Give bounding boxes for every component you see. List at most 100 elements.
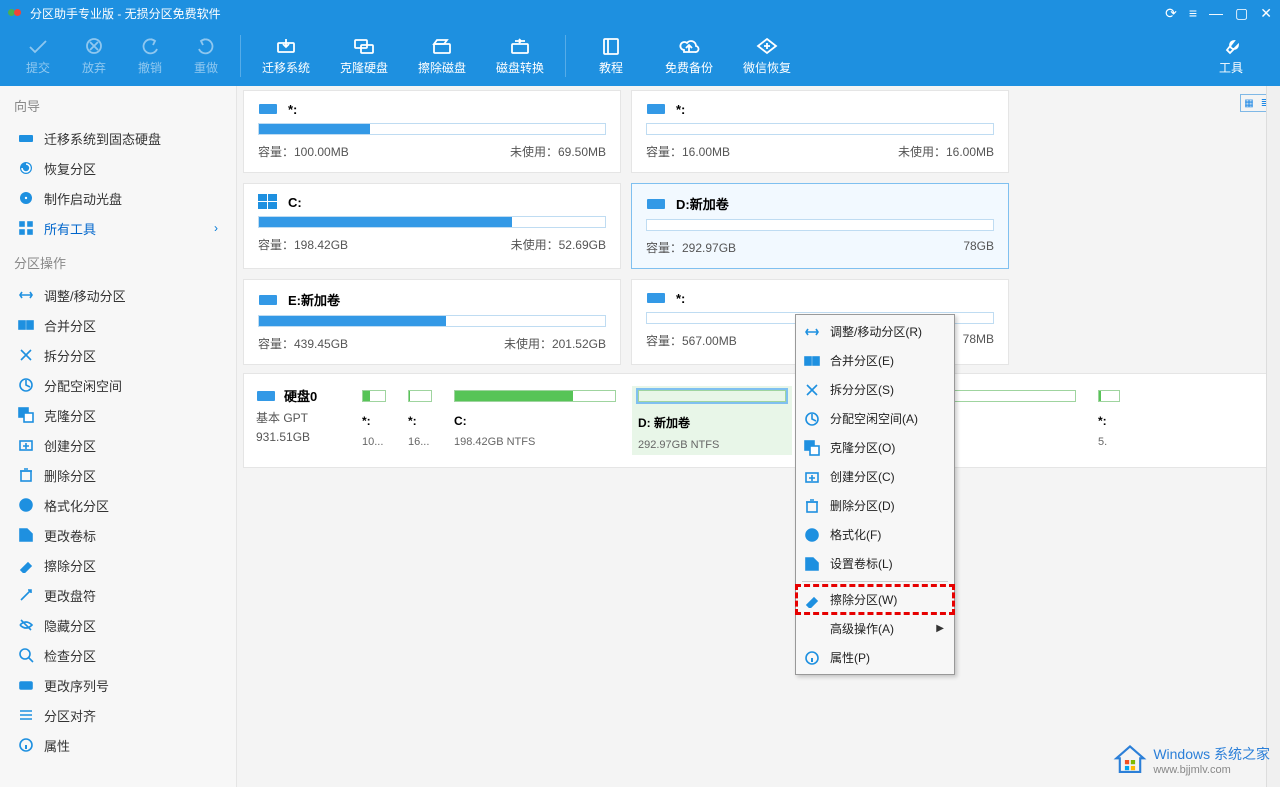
sidebar-item-label: 拆分分区: [44, 346, 96, 365]
context-item-create[interactable]: 创建分区(C): [796, 462, 954, 491]
toolbar-x[interactable]: 放弃: [66, 28, 122, 84]
sidebar-item-resize[interactable]: 调整/移动分区: [0, 280, 236, 310]
house-icon: [1113, 743, 1147, 777]
undo-icon: [138, 36, 162, 56]
disk-segment[interactable]: *:16...: [402, 386, 438, 455]
context-item-props[interactable]: 属性(P): [796, 643, 954, 672]
sidebar-item-align[interactable]: 分区对齐: [0, 700, 236, 730]
sidebar-item-format[interactable]: 格式化分区: [0, 490, 236, 520]
context-item-delete[interactable]: 删除分区(D): [796, 491, 954, 520]
sidebar-item-label: 克隆分区: [44, 406, 96, 425]
sidebar-item-merge[interactable]: 合并分区: [0, 310, 236, 340]
label-icon: [18, 527, 34, 543]
capacity-label: 容量：567.00MB: [646, 332, 737, 349]
disk-segment[interactable]: C:198.42GB NTFS: [448, 386, 622, 455]
sidebar-item-all[interactable]: 所有工具›: [0, 213, 236, 243]
sidebar-item-label: 属性: [44, 736, 70, 755]
close-icon[interactable]: ✕: [1260, 5, 1272, 22]
sidebar: 向导迁移系统到固态硬盘恢复分区制作启动光盘所有工具›分区操作调整/移动分区合并分…: [0, 86, 237, 787]
context-label: 格式化(F): [830, 526, 881, 543]
toolbar-wechat[interactable]: 微信恢复: [728, 28, 806, 84]
sidebar-item-create[interactable]: 创建分区: [0, 430, 236, 460]
free-label: 未使用：52.69GB: [511, 236, 606, 253]
partition-card[interactable]: E:新加卷容量：439.45GB未使用：201.52GB: [243, 279, 621, 365]
context-item-merge[interactable]: 合并分区(E): [796, 346, 954, 375]
toolbar-label: 克隆硬盘: [340, 59, 388, 76]
scrollbar[interactable]: [1266, 86, 1280, 787]
merge-icon: [18, 317, 34, 333]
usage-bar: [646, 219, 994, 231]
toolbar-label: 工具: [1219, 59, 1243, 76]
partition-card[interactable]: *:容量：16.00MB未使用：16.00MB: [631, 90, 1009, 173]
toolbar-cloud[interactable]: 免费备份: [650, 28, 728, 84]
context-label: 调整/移动分区(R): [830, 323, 922, 340]
chevron-right-icon: ›: [214, 221, 218, 235]
disk-segment[interactable]: *: 5.: [1092, 386, 1126, 455]
free-label: 78GB: [963, 239, 994, 256]
sidebar-item-label[interactable]: 更改卷标: [0, 520, 236, 550]
blank-icon: [804, 621, 820, 637]
disk-segment[interactable]: D: 新加卷292.97GB NTFS: [632, 386, 792, 455]
sidebar-section-header: 向导: [0, 86, 236, 123]
serial-icon: [18, 677, 34, 693]
context-item-split[interactable]: 拆分分区(S): [796, 375, 954, 404]
toolbar-wrench[interactable]: 工具: [1192, 28, 1270, 84]
sidebar-item-delete[interactable]: 删除分区: [0, 460, 236, 490]
sidebar-item-clone[interactable]: 克隆分区: [0, 400, 236, 430]
toolbar-drive-copy[interactable]: 克隆硬盘: [325, 28, 403, 84]
sidebar-item-check[interactable]: 检查分区: [0, 640, 236, 670]
context-item-clone[interactable]: 克隆分区(O): [796, 433, 954, 462]
sidebar-item-label: 分区对齐: [44, 706, 96, 725]
cloud-icon: [677, 36, 701, 56]
sidebar-item-letter[interactable]: 更改盘符: [0, 580, 236, 610]
sidebar-item-drive[interactable]: 迁移系统到固态硬盘: [0, 123, 236, 153]
partition-card[interactable]: *:容量：100.00MB未使用：69.50MB: [243, 90, 621, 173]
sidebar-item-props[interactable]: 属性: [0, 730, 236, 760]
toolbar-drive-arrow[interactable]: 迁移系统: [247, 28, 325, 84]
wechat-icon: [755, 36, 779, 56]
context-label: 设置卷标(L): [830, 555, 893, 572]
toolbar-drive-erase[interactable]: 擦除磁盘: [403, 28, 481, 84]
create-icon: [804, 469, 820, 485]
segment-sub: 5.: [1098, 436, 1120, 448]
context-item-advanced[interactable]: 高级操作(A)▶: [796, 614, 954, 643]
watermark-line2: www.bjjmlv.com: [1153, 764, 1270, 776]
sidebar-item-recover[interactable]: 恢复分区: [0, 153, 236, 183]
sidebar-item-split[interactable]: 拆分分区: [0, 340, 236, 370]
segment-sub: 16...: [408, 436, 432, 448]
redo-icon: [194, 36, 218, 56]
refresh-icon[interactable]: ⟳: [1165, 5, 1177, 22]
clone-icon: [18, 407, 34, 423]
disk-segment[interactable]: *:10...: [356, 386, 392, 455]
toolbar-book[interactable]: 教程: [572, 28, 650, 84]
resize-icon: [18, 287, 34, 303]
toolbar-drive-convert[interactable]: 磁盘转换: [481, 28, 559, 84]
context-item-resize[interactable]: 调整/移动分区(R): [796, 317, 954, 346]
toolbar-undo[interactable]: 撤销: [122, 28, 178, 84]
toolbar-check[interactable]: 提交: [10, 28, 66, 84]
context-item-label[interactable]: 设置卷标(L): [796, 549, 954, 578]
allocate-icon: [804, 411, 820, 427]
context-item-wipe[interactable]: 擦除分区(W): [796, 585, 954, 614]
maximize-icon[interactable]: ▢: [1235, 5, 1248, 22]
context-item-format[interactable]: 格式化(F): [796, 520, 954, 549]
sidebar-item-serial[interactable]: 更改序列号: [0, 670, 236, 700]
disk-type: 基本 GPT: [256, 409, 346, 426]
segment-label: *:: [1098, 414, 1120, 428]
partition-name: D:新加卷: [676, 194, 729, 213]
toolbar-redo[interactable]: 重做: [178, 28, 234, 84]
sidebar-item-allocate[interactable]: 分配空闲空间: [0, 370, 236, 400]
app-logo-icon: [8, 5, 24, 21]
context-item-allocate[interactable]: 分配空闲空间(A): [796, 404, 954, 433]
menu-icon[interactable]: ≡: [1189, 5, 1197, 21]
sidebar-item-wipe[interactable]: 擦除分区: [0, 550, 236, 580]
partition-card[interactable]: C:容量：198.42GB未使用：52.69GB: [243, 183, 621, 269]
toolbar-label: 重做: [194, 59, 218, 76]
wrench-icon: [1219, 36, 1243, 56]
minimize-icon[interactable]: —: [1209, 5, 1223, 21]
sidebar-item-hide[interactable]: 隐藏分区: [0, 610, 236, 640]
toolbar-label: 提交: [26, 59, 50, 76]
sidebar-item-disc[interactable]: 制作启动光盘: [0, 183, 236, 213]
capacity-label: 容量：439.45GB: [258, 335, 348, 352]
partition-card[interactable]: D:新加卷容量：292.97GB78GB: [631, 183, 1009, 269]
